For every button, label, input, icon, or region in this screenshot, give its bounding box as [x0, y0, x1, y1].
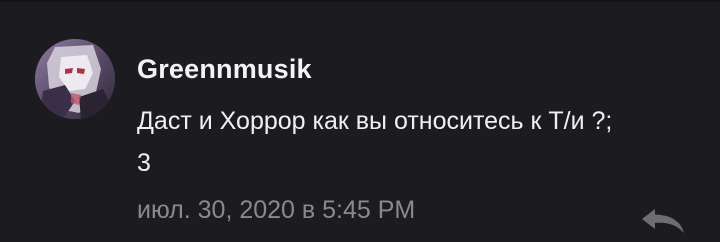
comment-timestamp: июл. 30, 2020 в 5:45 PM — [137, 196, 416, 224]
comment-text: Даст и Хоррор как вы относитесь к Т/и ?;… — [137, 100, 697, 184]
comment-text-content: Даст и Хоррор как вы относитесь к Т/и ?;… — [137, 107, 613, 177]
avatar[interactable] — [35, 39, 115, 119]
reply-button[interactable] — [638, 201, 688, 241]
avatar-image — [35, 39, 115, 119]
comment-author[interactable]: Greennmusik — [137, 54, 312, 85]
comment-card: Greennmusik Даст и Хоррор как вы относит… — [0, 0, 720, 242]
reply-arrow-icon — [642, 209, 684, 233]
